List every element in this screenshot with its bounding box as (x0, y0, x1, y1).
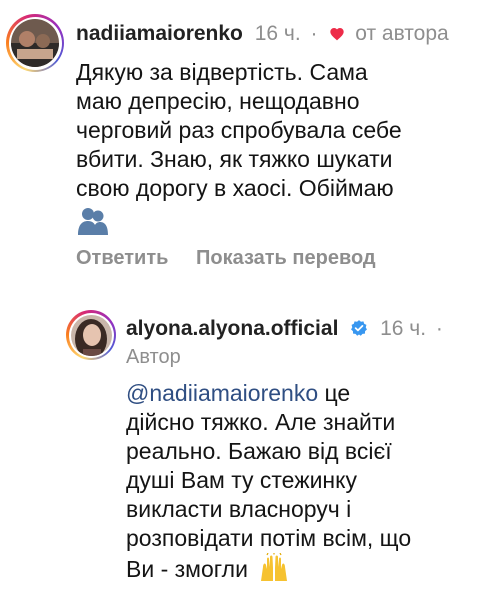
comment-text-line: дійсно тяжко. Але знайти (126, 409, 396, 435)
comment-meta: alyona.alyona.official 16 ч. · (126, 316, 443, 342)
reply-button[interactable]: Ответить (76, 247, 168, 269)
comment-meta: nadiiamaiorenko 16 ч. · от автора (76, 21, 449, 47)
meta-separator: · (435, 317, 443, 340)
comment-text-line: викласти власноруч і (126, 496, 352, 522)
user-avatar-icon (11, 19, 59, 67)
comment-text-line: свою дорогу в хаосі. Обіймаю (76, 175, 394, 201)
comment-username[interactable]: alyona.alyona.official (126, 317, 338, 340)
verified-badge-icon (351, 320, 368, 336)
comment-text: Дякую за відвертість. Сама маю депресію,… (76, 58, 402, 243)
comment-text-line: маю депресію, нещодавно (76, 88, 360, 114)
heart-icon (330, 28, 345, 41)
comment-text-line: це (318, 380, 351, 406)
user-avatar-icon (70, 314, 112, 356)
comment-text-line: вбити. Знаю, як тяжко шукати (76, 146, 393, 172)
avatar-ring[interactable] (6, 14, 64, 72)
liked-by-author-label: от автора (355, 22, 449, 45)
comment-time: 16 ч. (254, 22, 301, 45)
comment-text-line: Ви - змогли (126, 556, 248, 582)
show-translation-button[interactable]: Показать перевод (196, 247, 376, 269)
comment-username[interactable]: nadiiamaiorenko (76, 22, 243, 45)
comment-nadiiamaiorenko: nadiiamaiorenko 16 ч. · от автора Дякую … (0, 0, 478, 290)
raising-hands-emoji (261, 553, 288, 581)
mention-link[interactable]: @nadiiamaiorenko (126, 380, 318, 406)
comment-text-line: черговий раз спробувала себе (76, 117, 402, 143)
comment-text: @nadiiamaiorenko це дійсно тяжко. Але зн… (126, 379, 411, 584)
author-label: Автор (126, 346, 181, 368)
meta-separator: · (310, 22, 318, 45)
comment-alyona-reply: alyona.alyona.official 16 ч. · Автор @na… (0, 290, 478, 600)
comment-text-line: розповідати потім всім, що (126, 525, 412, 551)
avatar-ring[interactable] (66, 310, 116, 360)
comment-text-line: душі Вам ту стежинку (126, 467, 357, 493)
comment-text-line: реально. Бажаю від всієї (126, 438, 392, 464)
people-hugging-emoji (78, 208, 108, 235)
comment-text-line: Дякую за відвертість. Сама (76, 59, 368, 85)
comment-time: 16 ч. (380, 317, 427, 340)
comment-actions: Ответить Показать перевод (76, 247, 398, 270)
